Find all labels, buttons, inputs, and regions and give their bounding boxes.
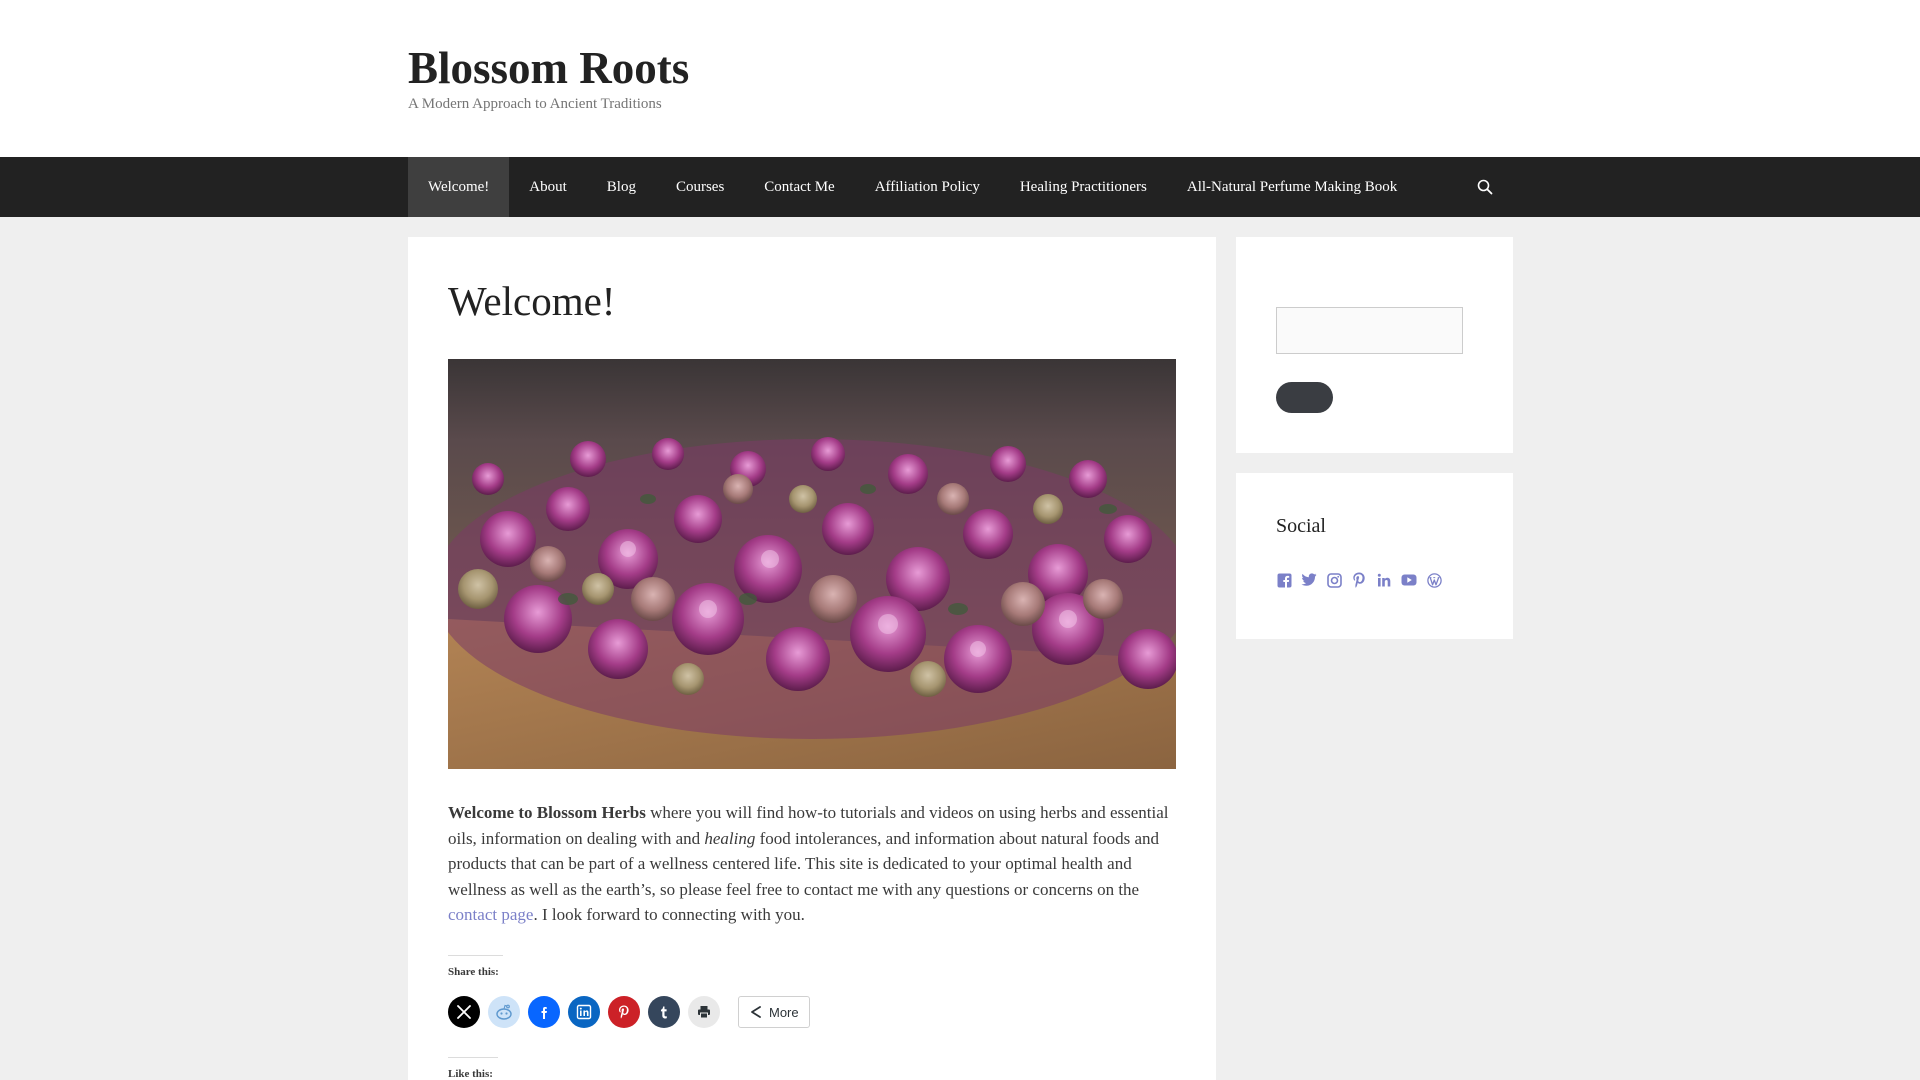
instagram-icon[interactable]	[1326, 572, 1342, 588]
nav-item-contact-me[interactable]: Contact Me	[744, 157, 854, 217]
linkedin-icon[interactable]	[1376, 572, 1392, 588]
main-navigation: Welcome! About Blog Courses Contact Me A…	[0, 157, 1920, 217]
share-facebook-button[interactable]	[528, 996, 560, 1028]
nav-item-affiliation-policy[interactable]: Affiliation Policy	[855, 157, 1000, 217]
site-tagline: A Modern Approach to Ancient Traditions	[408, 96, 662, 112]
youtube-icon[interactable]	[1401, 572, 1417, 588]
share-x-button[interactable]	[448, 996, 480, 1028]
nav-item-about[interactable]: About	[509, 157, 587, 217]
sidebar-search-button[interactable]	[1276, 382, 1333, 413]
share-pinterest-button[interactable]	[608, 996, 640, 1028]
page-title: Welcome!	[448, 278, 616, 324]
featured-image-dried-roses	[448, 359, 1176, 769]
social-widget-title: Social	[1276, 515, 1326, 537]
facebook-icon[interactable]	[1276, 572, 1292, 588]
share-reddit-button[interactable]	[488, 996, 520, 1028]
twitter-icon[interactable]	[1301, 572, 1317, 588]
x-icon	[457, 1005, 471, 1019]
intro-italic: healing	[704, 828, 756, 848]
facebook-icon	[541, 1007, 547, 1019]
like-heading: Like this:	[448, 1057, 498, 1080]
pinterest-icon[interactable]	[1351, 572, 1367, 588]
more-share-button[interactable]: More	[738, 996, 810, 1028]
share-more-icon	[751, 1006, 761, 1018]
site-header: Blossom Roots A Modern Approach to Ancie…	[0, 0, 1920, 157]
nav-item-perfume-book[interactable]: All-Natural Perfume Making Book	[1167, 157, 1417, 217]
print-button[interactable]	[688, 996, 720, 1028]
intro-paragraph: Welcome to Blossom Herbs where you will …	[448, 800, 1182, 928]
social-icons	[1276, 572, 1442, 588]
nav-item-blog[interactable]: Blog	[587, 157, 656, 217]
site-title[interactable]: Blossom Roots	[408, 40, 689, 96]
pinterest-icon	[619, 1005, 629, 1019]
share-heading: Share this:	[448, 955, 503, 978]
share-buttons: More	[448, 994, 810, 1030]
rose-cluster	[448, 437, 1176, 739]
share-linkedin-button[interactable]	[568, 996, 600, 1028]
share-tumblr-button[interactable]	[648, 996, 680, 1028]
intro-bold: Welcome to Blossom Herbs	[448, 803, 646, 822]
search-icon-graphic	[1477, 179, 1493, 195]
contact-page-link[interactable]: contact page	[448, 905, 533, 924]
search-icon[interactable]	[1477, 157, 1493, 217]
nav-item-welcome[interactable]: Welcome!	[408, 157, 510, 217]
main-content: Welcome! Welcome to Blossom Herbs where …	[408, 237, 1216, 1080]
print-icon	[698, 1006, 710, 1019]
sidebar-social-widget: Social	[1236, 473, 1513, 639]
wordpress-icon[interactable]	[1426, 572, 1442, 588]
sidebar-search-input[interactable]	[1276, 307, 1463, 354]
rose-photo	[448, 359, 1176, 769]
sidebar-search-widget	[1236, 237, 1513, 453]
linkedin-icon	[576, 1004, 592, 1020]
nav-item-healing-practitioners[interactable]: Healing Practitioners	[1000, 157, 1167, 217]
intro-text-3: . I look forward to connecting with you.	[533, 905, 805, 924]
reddit-icon	[496, 1004, 512, 1020]
more-label: More	[769, 1004, 799, 1020]
tumblr-icon	[661, 1006, 667, 1019]
nav-menu: Welcome! About Blog Courses Contact Me A…	[408, 157, 1513, 217]
nav-item-courses[interactable]: Courses	[656, 157, 744, 217]
